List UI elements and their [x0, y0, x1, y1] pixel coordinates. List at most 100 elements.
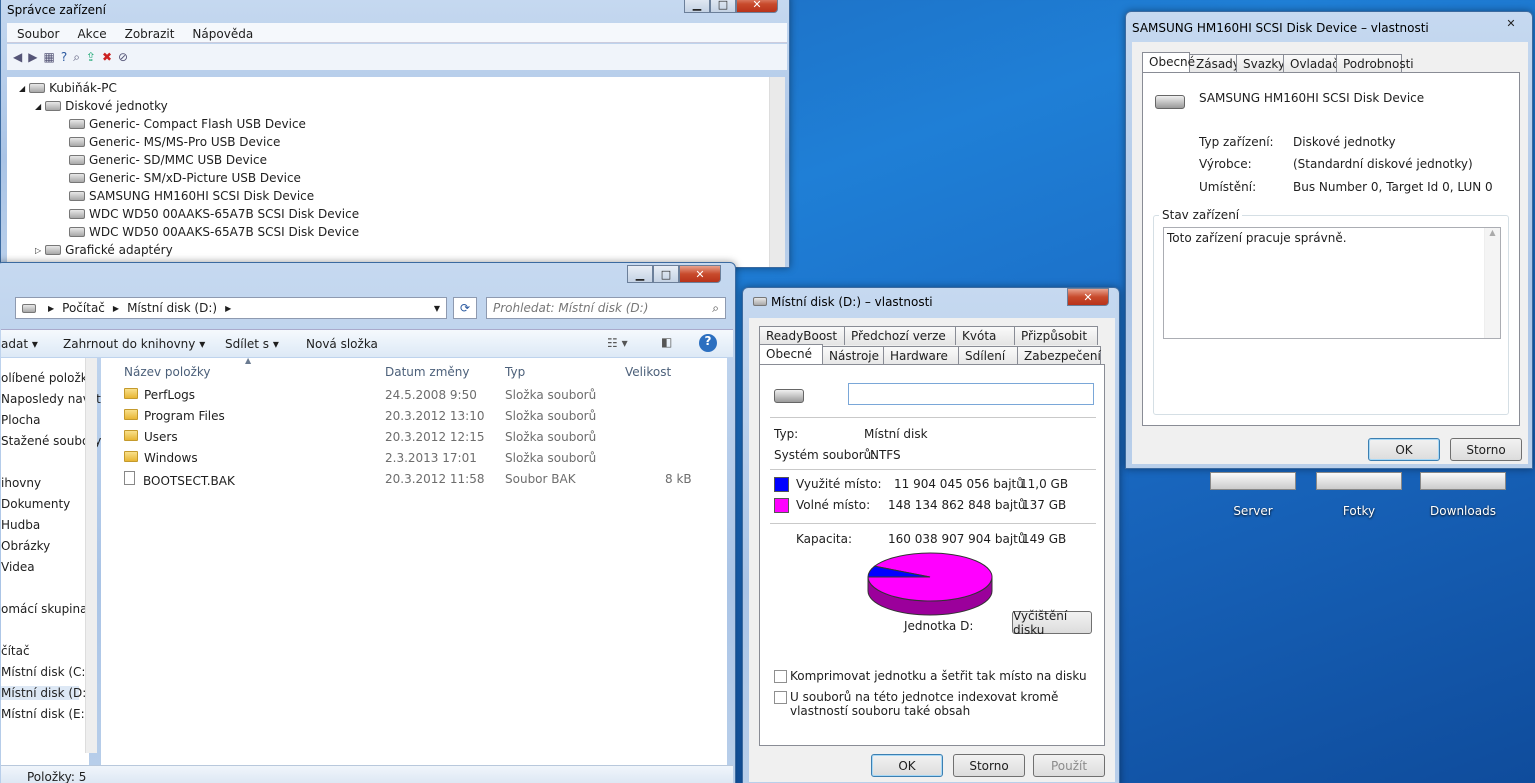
nav-videos[interactable]: Videa — [1, 560, 35, 574]
uninstall-icon[interactable]: ✖ — [102, 50, 112, 64]
volume-label-input[interactable] — [848, 383, 1094, 405]
close-button[interactable]: ✕ — [1498, 14, 1524, 32]
back-icon[interactable]: ◀ — [13, 50, 22, 64]
menu-zobrazit[interactable]: Zobrazit — [125, 27, 175, 41]
nav-homegroup[interactable]: omácí skupina — [1, 602, 87, 616]
tab-general[interactable]: Obecné — [1142, 52, 1195, 73]
tree-item[interactable]: SAMSUNG HM160HI SCSI Disk Device — [69, 187, 314, 205]
tree-item[interactable]: Generic- SM/xD-Picture USB Device — [69, 169, 301, 187]
nav-computer[interactable]: čítač — [1, 644, 30, 658]
properties-icon[interactable]: ▦ — [43, 50, 54, 64]
tab-customize[interactable]: Přizpůsobit — [1014, 326, 1098, 345]
close-button[interactable]: ✕ — [679, 265, 721, 283]
desktop-icon-downloads[interactable]: Downloads — [1416, 472, 1510, 518]
folder-icon — [124, 409, 138, 420]
table-row[interactable]: Users 20.3.2012 12:15 Složka souborů — [101, 426, 727, 446]
index-checkbox[interactable] — [774, 691, 787, 704]
tree-label: Generic- SM/xD-Picture USB Device — [89, 171, 301, 185]
status-bar: Položky: 5 — [1, 765, 733, 783]
nav-drive-c[interactable]: Místní disk (C:) — [1, 665, 90, 679]
table-row[interactable]: Program Files 20.3.2012 13:10 Složka sou… — [101, 405, 727, 425]
nav-libraries[interactable]: ihovny — [1, 476, 41, 490]
preview-pane-icon[interactable]: ◧ — [661, 335, 672, 349]
view-icon[interactable]: ☷ ▾ — [607, 336, 628, 350]
help-icon[interactable]: ? — [61, 50, 67, 64]
ok-button[interactable]: OK — [1368, 438, 1440, 461]
nav-drive-e[interactable]: Místní disk (E:) — [1, 707, 89, 721]
maximize-button[interactable]: □ — [653, 265, 679, 283]
folder-icon — [124, 451, 138, 462]
tree-item[interactable]: WDC WD50 00AAKS-65A7B SCSI Disk Device — [69, 223, 359, 241]
manufacturer-label: Výrobce: — [1199, 157, 1252, 171]
disk-cleanup-button[interactable]: Vyčištění disku — [1012, 609, 1092, 637]
breadcrumb-sep: ▶ — [48, 303, 55, 313]
compress-checkbox[interactable] — [774, 670, 787, 683]
status-textbox[interactable]: Toto zařízení pracuje správně. ▲ — [1163, 227, 1501, 339]
menu-soubor[interactable]: Soubor — [17, 27, 59, 41]
minimize-button[interactable]: ▁ — [684, 0, 710, 13]
apply-button[interactable]: Použít — [1033, 754, 1105, 777]
nav-drive-d[interactable]: Místní disk (D:) — [1, 686, 91, 700]
capacity-gb: 149 GB — [1022, 532, 1067, 546]
breadcrumb-computer[interactable]: Počítač — [62, 301, 105, 315]
nav-favorites[interactable]: olíbené položky — [1, 371, 94, 385]
breadcrumb-sep: ▶ — [112, 303, 120, 313]
nav-pictures[interactable]: Obrázky — [1, 539, 50, 553]
close-button[interactable]: ✕ — [736, 0, 778, 13]
update-driver-icon[interactable]: ⇪ — [86, 50, 96, 64]
nav-desktop[interactable]: Plocha — [1, 413, 40, 427]
tree-item[interactable]: Generic- MS/MS-Pro USB Device — [69, 133, 280, 151]
tree-display-adapters[interactable]: ▷ Grafické adaptéry — [35, 241, 173, 259]
menu-akce[interactable]: Akce — [77, 27, 106, 41]
column-size[interactable]: Velikost — [625, 365, 671, 379]
status-scrollbar[interactable]: ▲ — [1484, 228, 1500, 338]
forward-icon[interactable]: ▶ — [28, 50, 37, 64]
nav-scrollbar[interactable] — [85, 358, 97, 753]
table-row[interactable]: PerfLogs 24.5.2008 9:50 Složka souborů — [101, 384, 727, 404]
cmd-share-with[interactable]: Sdílet s ▾ — [225, 337, 279, 351]
usage-pie-chart — [867, 552, 993, 616]
desktop-icon-photos[interactable]: Fotky — [1312, 472, 1406, 518]
column-name[interactable]: Název položky — [124, 365, 210, 379]
used-label: Využité místo: — [796, 477, 882, 491]
nav-documents[interactable]: Dokumenty — [1, 497, 70, 511]
tab-quota[interactable]: Kvóta — [955, 326, 1015, 345]
search-input[interactable]: Prohledat: Místní disk (D:) ⌕ — [486, 297, 726, 319]
tab-readyboost[interactable]: ReadyBoost — [759, 326, 845, 345]
tree-scrollbar[interactable] — [769, 77, 785, 267]
column-type[interactable]: Typ — [505, 365, 525, 379]
cancel-button[interactable]: Storno — [953, 754, 1025, 777]
table-row[interactable]: BOOTSECT.BAK 20.3.2012 11:58 Soubor BAK … — [101, 468, 727, 488]
nav-music[interactable]: Hudba — [1, 518, 40, 532]
cmd-new-folder[interactable]: Nová složka — [306, 337, 378, 351]
cmd-include-library[interactable]: Zahrnout do knihovny ▾ — [63, 337, 205, 351]
ok-button[interactable]: OK — [871, 754, 943, 777]
desktop-icon-server[interactable]: Server — [1206, 472, 1300, 518]
tree-disk-drives[interactable]: ◢ Diskové jednotky — [35, 97, 168, 115]
scan-icon[interactable]: ⌕ — [73, 50, 80, 65]
breadcrumb-drive[interactable]: Místní disk (D:) — [127, 301, 217, 315]
cancel-button[interactable]: Storno — [1450, 438, 1522, 461]
tree-item[interactable]: WDC WD50 00AAKS-65A7B SCSI Disk Device — [69, 205, 359, 223]
tab-general[interactable]: Obecné — [759, 344, 823, 365]
tree-item[interactable]: Generic- Compact Flash USB Device — [69, 115, 306, 133]
tree-label: Generic- SD/MMC USB Device — [89, 153, 267, 167]
maximize-button[interactable]: □ — [710, 0, 736, 13]
minimize-button[interactable]: ▁ — [627, 265, 653, 283]
tree-item[interactable]: Generic- SD/MMC USB Device — [69, 151, 267, 169]
table-row[interactable]: Windows 2.3.2013 17:01 Složka souborů — [101, 447, 727, 467]
cmd-organize[interactable]: adat ▾ — [1, 337, 38, 351]
tree-root[interactable]: ◢ Kubiňák-PC — [19, 79, 117, 97]
tab-previous-versions[interactable]: Předchozí verze — [844, 326, 956, 345]
menu-napoveda[interactable]: Nápověda — [192, 27, 253, 41]
file-list: Název položky Datum změny Typ Velikost ▲… — [101, 356, 727, 778]
breadcrumb[interactable]: ▶ Počítač ▶ Místní disk (D:) ▶ ▼ — [15, 297, 447, 319]
column-date[interactable]: Datum změny — [385, 365, 470, 379]
desktop-icon-label: Fotky — [1342, 504, 1376, 518]
dropdown-icon[interactable]: ▼ — [434, 304, 440, 313]
refresh-icon[interactable]: ⟳ — [453, 297, 477, 319]
close-button[interactable]: ✕ — [1067, 288, 1109, 306]
menu-bar: Soubor Akce Zobrazit Nápověda — [7, 23, 787, 43]
help-icon[interactable]: ? — [699, 334, 717, 352]
disable-icon[interactable]: ⊘ — [118, 50, 128, 64]
